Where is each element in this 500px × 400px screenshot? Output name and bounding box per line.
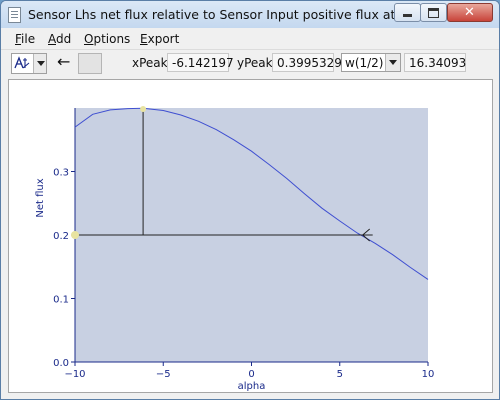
chevron-down-icon <box>37 61 45 66</box>
maximize-button[interactable] <box>420 3 447 22</box>
app-window: Sensor Lhs net flux relative to Sensor I… <box>0 0 500 400</box>
y-axis-label: Net flux <box>35 178 46 217</box>
x-axis-label: alpha <box>238 381 266 392</box>
x-tick-label: 5 <box>337 369 343 380</box>
tool-select[interactable] <box>11 53 47 74</box>
menu-export[interactable]: Export <box>140 32 179 46</box>
plot-panel: −10 −5 0 5 10 0.0 0.1 0.2 0.3 alpha Net flux <box>8 79 493 393</box>
close-icon: ✕ <box>464 5 475 20</box>
x-tick-label: 10 <box>422 369 435 380</box>
maximize-icon <box>428 8 439 18</box>
toolbar: ← xPeak -6.142197 yPeak 0.3995329 w(1/2)… <box>1 50 499 76</box>
width-select-value: w(1/2) <box>345 56 384 70</box>
menu-bar: File Add Options Export <box>1 29 499 50</box>
xpeak-label: xPeak <box>132 56 168 70</box>
back-arrow-icon[interactable]: ← <box>57 53 70 71</box>
width-value: 16.34093 <box>404 53 466 72</box>
menu-options[interactable]: Options <box>84 32 130 46</box>
half-level-marker <box>71 231 79 239</box>
y-tick-label: 0.1 <box>53 295 69 306</box>
ypeak-value: 0.3995329 <box>272 53 342 72</box>
peak-x-marker <box>140 106 147 112</box>
xpeak-value: -6.142197 <box>167 53 234 72</box>
y-tick-label: 0.0 <box>53 358 69 369</box>
tool-dropdown-button[interactable] <box>33 54 46 73</box>
menu-add[interactable]: Add <box>48 32 71 46</box>
menu-file[interactable]: File <box>15 32 35 46</box>
x-tick-label: −5 <box>156 369 171 380</box>
ab-tool-icon <box>14 56 30 69</box>
y-tick-label: 0.3 <box>53 168 69 179</box>
x-tick-label: 0 <box>248 369 254 380</box>
blank-tool-button[interactable] <box>78 53 102 74</box>
net-flux-chart[interactable]: −10 −5 0 5 10 0.0 0.1 0.2 0.3 alpha Net flux <box>9 80 492 392</box>
minimize-button[interactable] <box>394 3 421 22</box>
close-button[interactable]: ✕ <box>447 3 493 22</box>
width-select[interactable]: w(1/2) <box>341 53 401 72</box>
width-dropdown-button[interactable] <box>385 54 400 71</box>
window-title: Sensor Lhs net flux relative to Sensor I… <box>28 7 448 22</box>
minimize-icon <box>403 14 412 17</box>
ypeak-label: yPeak <box>237 56 273 70</box>
y-tick-label: 0.2 <box>53 231 69 242</box>
title-bar[interactable]: Sensor Lhs net flux relative to Sensor I… <box>1 1 499 28</box>
chevron-down-icon <box>389 60 397 65</box>
document-icon <box>8 7 21 23</box>
x-tick-label: −10 <box>64 369 85 380</box>
